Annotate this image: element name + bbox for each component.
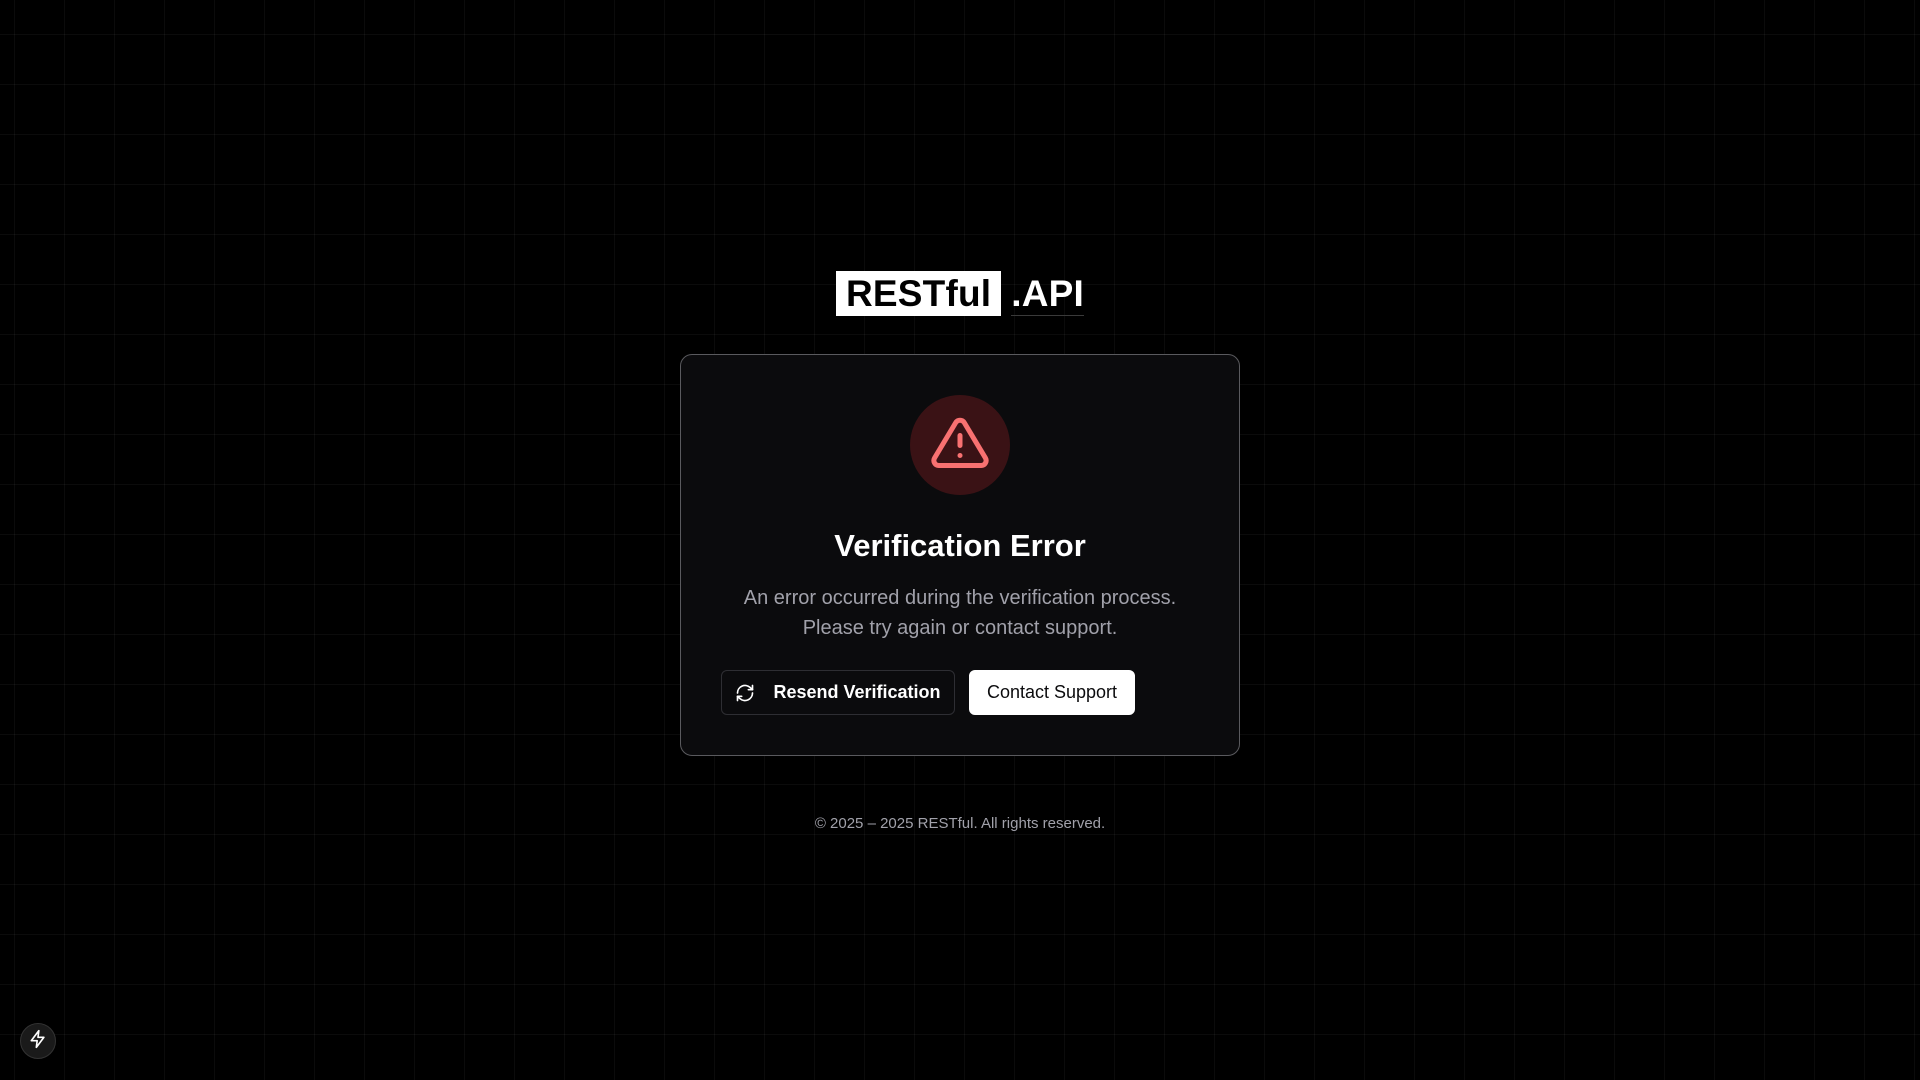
logo: RESTful .API — [836, 271, 1085, 316]
resend-verification-label: Resend Verification — [773, 682, 941, 702]
card-message-line-2: Please try again or contact support. — [802, 617, 1118, 639]
alert-triangle-icon — [930, 413, 990, 478]
lightning-bolt-icon — [28, 1029, 48, 1054]
dev-tools-badge[interactable] — [20, 1023, 56, 1059]
logo-suffix: .API — [1011, 273, 1085, 316]
alert-icon-circle — [910, 395, 1010, 495]
refresh-icon — [735, 683, 755, 703]
logo-brand: RESTful — [836, 271, 1002, 316]
resend-verification-button[interactable]: Resend Verification — [721, 670, 955, 715]
card-message: An error occurred during the verificatio… — [711, 583, 1209, 643]
footer-copyright: © 2025 – 2025 RESTful. All rights reserv… — [814, 815, 1106, 832]
contact-support-button[interactable]: Contact Support — [969, 670, 1135, 715]
verification-error-card: Verification Error An error occurred dur… — [680, 354, 1240, 756]
contact-support-label: Contact Support — [986, 682, 1118, 702]
card-message-line-1: An error occurred during the verificatio… — [743, 587, 1177, 609]
card-title: Verification Error — [834, 528, 1086, 563]
